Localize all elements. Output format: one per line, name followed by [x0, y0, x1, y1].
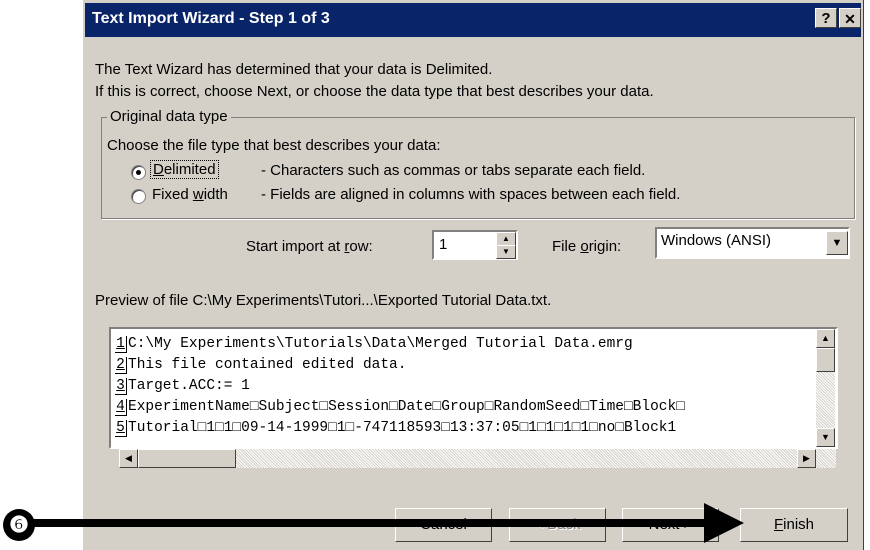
up-triangle-icon: ▲: [502, 234, 510, 243]
spin-up-button[interactable]: ▲: [496, 232, 516, 246]
preview-label: Preview of file C:\My Experiments\Tutori…: [95, 292, 552, 309]
delimited-label[interactable]: Delimited: [150, 160, 219, 179]
step-number-badge: ❻: [3, 509, 35, 541]
intro-line-1: The Text Wizard has determined that your…: [95, 61, 493, 78]
preview-row: 3 Target.ACC:= 1: [115, 378, 250, 395]
preview-row: 5 Tutorial□1□1□09-14-1999□1□-747118593□13…: [115, 420, 677, 437]
file-type-prompt: Choose the file type that best describes…: [107, 137, 441, 154]
close-icon: ✕: [844, 11, 856, 27]
fixed-width-description: - Fields are aligned in columns with spa…: [261, 186, 681, 203]
dropdown-arrow-icon: ▼: [831, 237, 843, 249]
start-row-label: Start import at row:: [246, 238, 373, 255]
scroll-left-button[interactable]: ◀: [119, 449, 138, 468]
horizontal-scroll-thumb[interactable]: [138, 449, 236, 468]
scroll-up-button[interactable]: ▲: [816, 329, 835, 348]
help-button[interactable]: ?: [815, 8, 837, 28]
down-triangle-icon: ▼: [502, 247, 510, 256]
vertical-scroll-thumb[interactable]: [816, 348, 835, 372]
left-triangle-icon: ◀: [125, 453, 132, 463]
delimited-description: - Characters such as commas or tabs sepa…: [261, 162, 646, 179]
preview-pane[interactable]: 1 C:\My Experiments\Tutorials\Data\Merged…: [109, 327, 838, 449]
file-origin-label: File origin:: [552, 238, 622, 255]
up-triangle-icon: ▲: [821, 333, 830, 343]
scroll-right-button[interactable]: ▶: [797, 449, 816, 468]
close-button[interactable]: ✕: [839, 8, 861, 28]
down-triangle-icon: ▼: [821, 432, 830, 442]
intro-line-2: If this is correct, choose Next, or choo…: [95, 83, 654, 100]
preview-row: 1 C:\My Experiments\Tutorials\Data\Merged…: [115, 336, 633, 353]
spin-down-button[interactable]: ▼: [496, 245, 516, 259]
file-origin-dropdown-button[interactable]: ▼: [826, 231, 848, 255]
callout-arrow-head-icon: [704, 503, 744, 543]
preview-row: 4 ExperimentName□Subject□Session□Date□Gro…: [115, 399, 685, 416]
fixed-width-label[interactable]: Fixed width: [152, 186, 228, 203]
file-origin-select[interactable]: Windows (ANSI): [655, 227, 850, 259]
callout-arrow-shaft: [28, 519, 718, 527]
preview-row: 2 This file contained edited data.: [115, 357, 407, 374]
delimited-radio[interactable]: [131, 165, 146, 180]
finish-button[interactable]: Finish: [740, 508, 848, 542]
scroll-down-button[interactable]: ▼: [816, 428, 835, 447]
dialog-title: Text Import Wizard - Step 1 of 3: [92, 10, 330, 27]
group-legend: Original data type: [107, 108, 231, 125]
right-triangle-icon: ▶: [803, 453, 810, 463]
fixed-width-radio[interactable]: [131, 189, 146, 204]
